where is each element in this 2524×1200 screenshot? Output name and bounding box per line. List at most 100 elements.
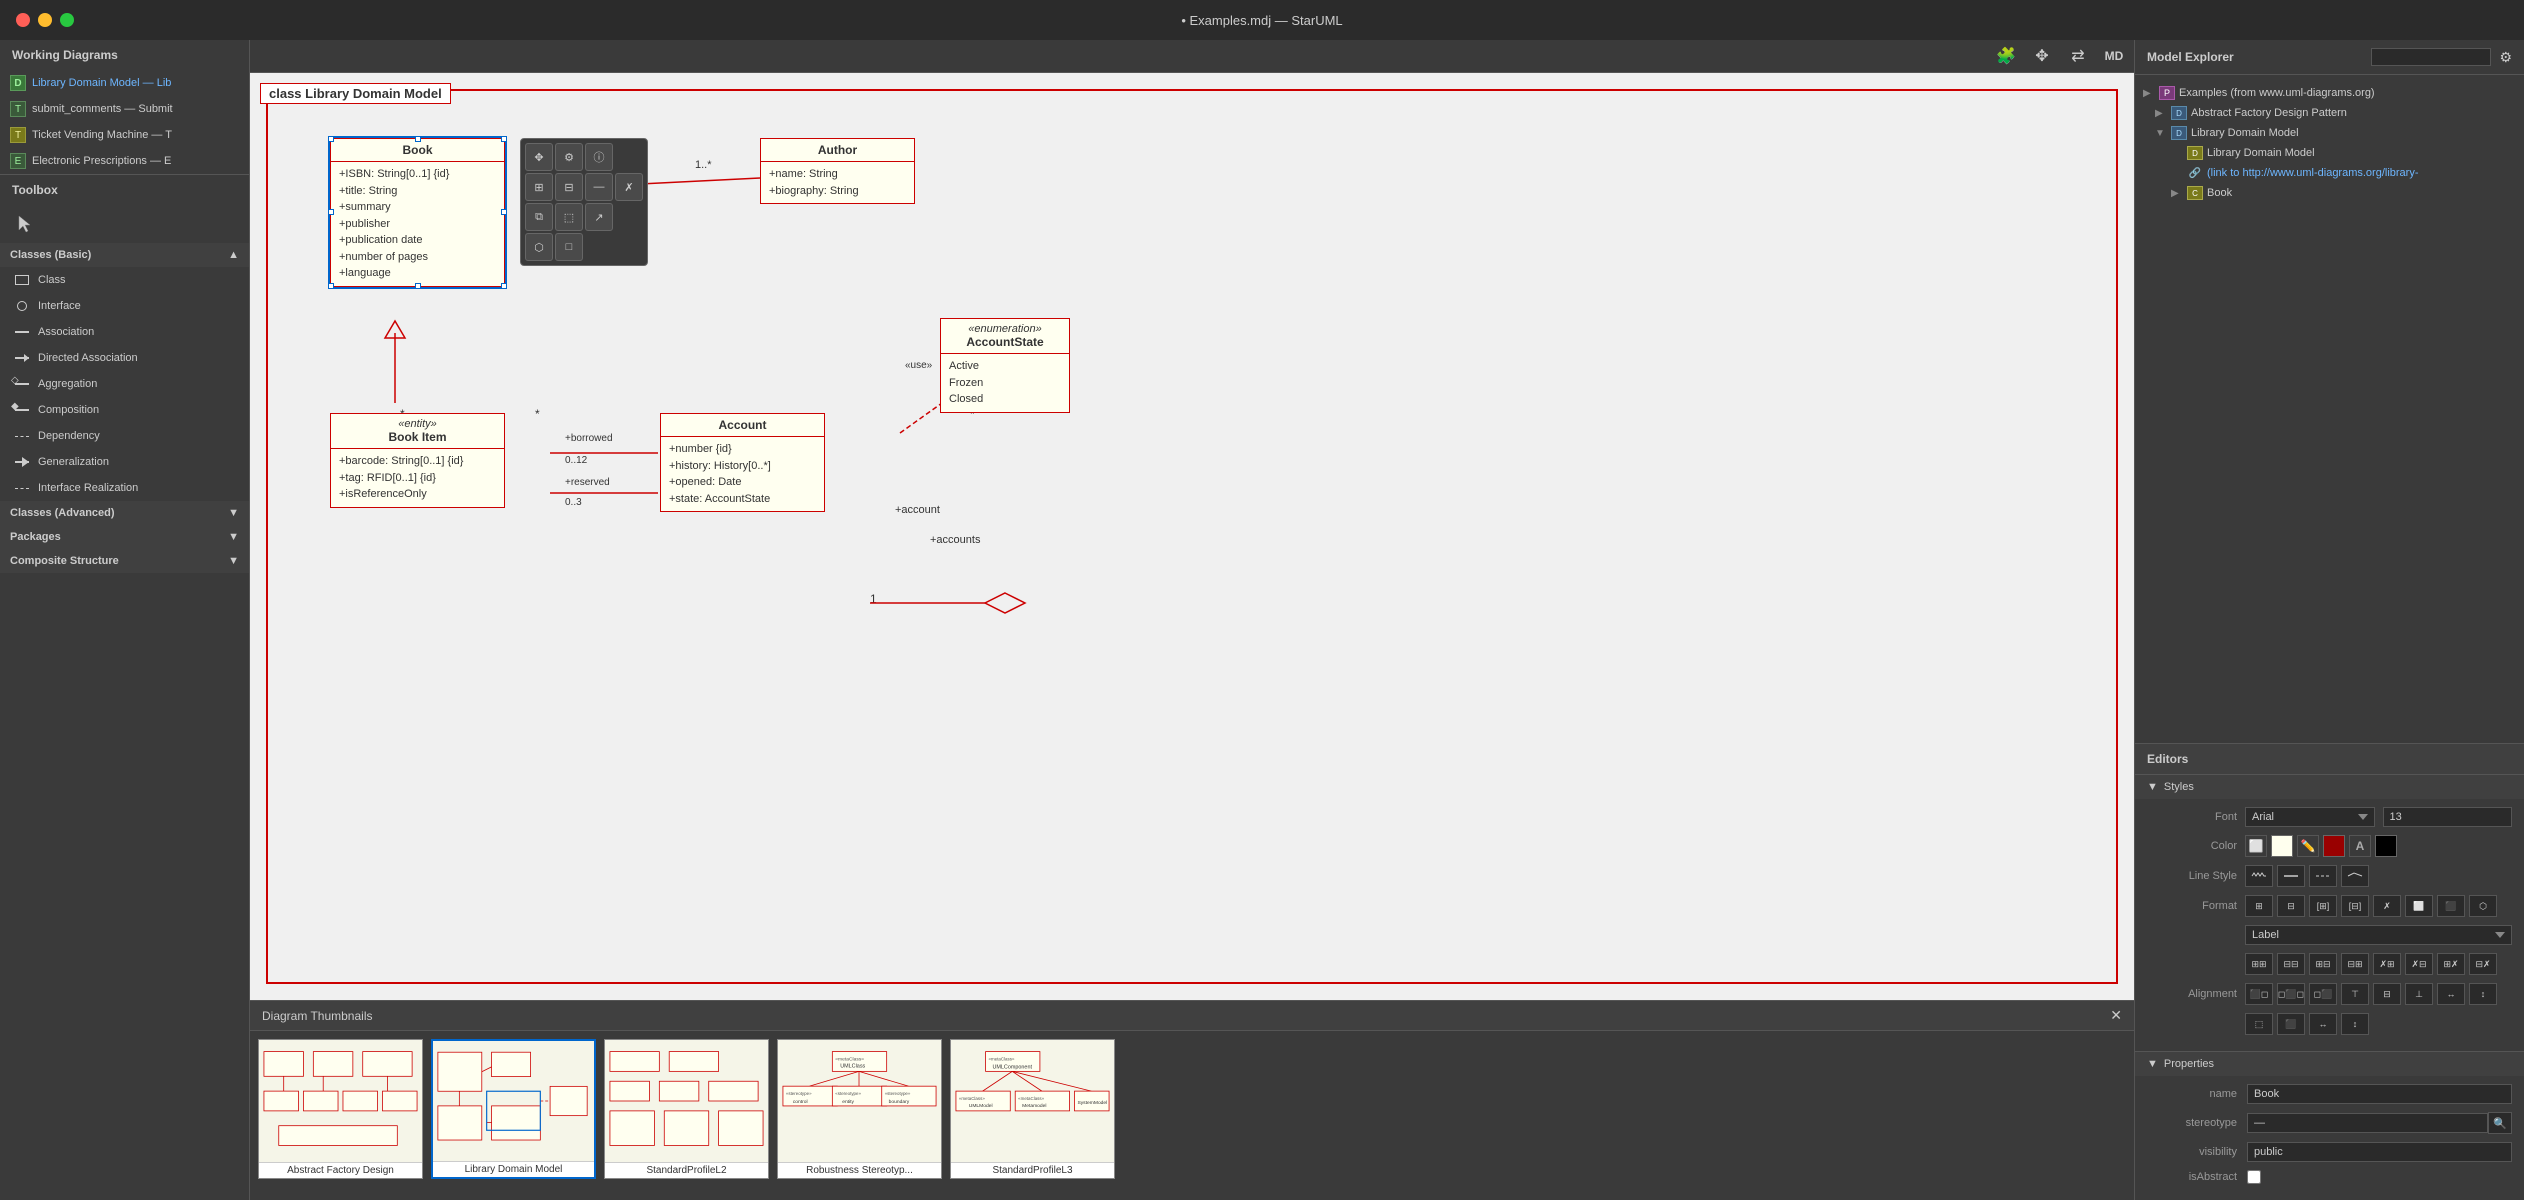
account-class[interactable]: Account +number {id} +history: History[0… xyxy=(660,413,825,512)
cursor-tool[interactable] xyxy=(10,209,40,239)
tree-item-examples[interactable]: ▶ P Examples (from www.uml-diagrams.org) xyxy=(2135,83,2524,103)
fmt-btn-5[interactable]: ✗ xyxy=(2373,895,2401,917)
thumb-library[interactable]: Library Domain Model xyxy=(431,1039,596,1179)
fmt-btn-14[interactable]: ✗⊟ xyxy=(2405,953,2433,975)
font-color-icon[interactable]: A xyxy=(2349,835,2371,857)
fmt-btn-16[interactable]: ⊟✗ xyxy=(2469,953,2497,975)
diagram-item-submit[interactable]: T submit_comments — Submit xyxy=(0,96,249,122)
puzzle-icon[interactable]: 🧩 xyxy=(1994,44,2018,68)
handle-tc[interactable] xyxy=(415,136,421,142)
handle-mr[interactable] xyxy=(501,209,507,215)
align-right[interactable]: ◻⬛ xyxy=(2309,983,2337,1005)
fmt-btn-9[interactable]: ⊞⊞ xyxy=(2245,953,2273,975)
tp-copy-btn[interactable]: ⧉ xyxy=(525,203,553,231)
fmt-btn-12[interactable]: ⊟⊞ xyxy=(2341,953,2369,975)
tp-cross-btn[interactable]: ✗ xyxy=(615,173,643,201)
tp-grid-btn[interactable]: ⊟ xyxy=(555,173,583,201)
tree-item-book[interactable]: ▶ C Book xyxy=(2135,183,2524,203)
pen-icon[interactable]: ✏️ xyxy=(2297,835,2319,857)
fill-color-swatch[interactable] xyxy=(2271,835,2293,857)
diagram-item-ticket[interactable]: T Ticket Vending Machine — T xyxy=(0,122,249,148)
handle-ml[interactable] xyxy=(328,209,334,215)
book-class[interactable]: Book +ISBN: String[0..1] {id} +title: St… xyxy=(330,138,505,287)
gear-icon[interactable]: ⚙ xyxy=(2499,49,2512,66)
handle-tl[interactable] xyxy=(328,136,334,142)
accountstate-enum[interactable]: «enumeration» AccountState Active Frozen… xyxy=(940,318,1070,413)
model-explorer-search[interactable] xyxy=(2371,48,2491,66)
fmt-btn-6[interactable]: ⬜ xyxy=(2405,895,2433,917)
toolbox-item-interface[interactable]: Interface xyxy=(0,293,249,319)
toolbox-item-aggregation[interactable]: Aggregation xyxy=(0,371,249,397)
tree-item-abstract-factory[interactable]: ▶ D Abstract Factory Design Pattern xyxy=(2135,103,2524,123)
styles-header[interactable]: ▼ Styles xyxy=(2135,775,2524,799)
dist-v[interactable]: ↕ xyxy=(2469,983,2497,1005)
is-abstract-checkbox[interactable] xyxy=(2247,1170,2261,1184)
color-format-btn[interactable]: ⬜ xyxy=(2245,835,2267,857)
tp-link-btn[interactable]: ⬡ xyxy=(525,233,553,261)
toolbox-section-classes-basic[interactable]: Classes (Basic) ▲ xyxy=(0,243,249,267)
tp-paste-btn[interactable]: ⬚ xyxy=(555,203,583,231)
thumb-robustness[interactable]: «metaClass» UMLClass «stereotype» contro… xyxy=(777,1039,942,1179)
fmt-btn-8[interactable]: ⬡ xyxy=(2469,895,2497,917)
toolbox-item-interface-realization[interactable]: Interface Realization xyxy=(0,475,249,501)
dist-h[interactable]: ↔ xyxy=(2437,983,2465,1005)
align-center[interactable]: ◻⬛◻ xyxy=(2277,983,2305,1005)
fmt-btn-15[interactable]: ⊞✗ xyxy=(2437,953,2465,975)
tp-arrow-btn[interactable]: ↗ xyxy=(585,203,613,231)
handle-bc[interactable] xyxy=(415,283,421,289)
font-color-swatch[interactable] xyxy=(2375,835,2397,857)
toolbox-item-generalization[interactable]: Generalization xyxy=(0,449,249,475)
align-btn-extra-1[interactable]: ⬚ xyxy=(2245,1013,2273,1035)
font-select[interactable]: Arial xyxy=(2245,807,2375,827)
align-left[interactable]: ⬛◻ xyxy=(2245,983,2273,1005)
line-color-swatch[interactable] xyxy=(2323,835,2345,857)
bookitem-class[interactable]: «entity» Book Item +barcode: String[0..1… xyxy=(330,413,505,508)
author-class[interactable]: Author +name: String +biography: String xyxy=(760,138,915,204)
fmt-btn-7[interactable]: ⬛ xyxy=(2437,895,2465,917)
close-button[interactable] xyxy=(16,13,30,27)
format-select[interactable]: Label xyxy=(2245,925,2512,945)
ls-btn-4[interactable] xyxy=(2341,865,2369,887)
fmt-btn-1[interactable]: ⊞ xyxy=(2245,895,2273,917)
diagram-item-electronic[interactable]: E Electronic Prescriptions — E xyxy=(0,148,249,174)
fmt-btn-3[interactable]: [⊞] xyxy=(2309,895,2337,917)
align-bottom[interactable]: ⊥ xyxy=(2405,983,2433,1005)
thumb-abstract-factory[interactable]: Abstract Factory Design xyxy=(258,1039,423,1179)
toolbox-item-composition[interactable]: Composition xyxy=(0,397,249,423)
toolbox-section-classes-advanced[interactable]: Classes (Advanced) ▼ xyxy=(0,501,249,525)
align-btn-extra-2[interactable]: ⬛ xyxy=(2277,1013,2305,1035)
md-icon[interactable]: MD xyxy=(2102,44,2126,68)
toolbox-item-association[interactable]: Association xyxy=(0,319,249,345)
align-middle[interactable]: ⊟ xyxy=(2373,983,2401,1005)
stereotype-search-btn[interactable]: 🔍 xyxy=(2488,1112,2512,1134)
diagram-canvas[interactable]: class Library Domain Model 1..* +borrowe… xyxy=(250,73,2134,1000)
name-field-input[interactable] xyxy=(2247,1084,2512,1104)
align-btn-extra-3[interactable]: ↔ xyxy=(2309,1013,2337,1035)
move-icon[interactable]: ✥ xyxy=(2030,44,2054,68)
handle-br[interactable] xyxy=(501,283,507,289)
handle-tr[interactable] xyxy=(501,136,507,142)
tp-cursor-btn[interactable]: ✥ xyxy=(525,143,553,171)
handle-bl[interactable] xyxy=(328,283,334,289)
align-btn-extra-4[interactable]: ↕ xyxy=(2341,1013,2369,1035)
font-size-input[interactable] xyxy=(2383,807,2513,827)
tree-item-library-folder[interactable]: ▼ D Library Domain Model xyxy=(2135,123,2524,143)
minimize-button[interactable] xyxy=(38,13,52,27)
fmt-btn-4[interactable]: [⊟] xyxy=(2341,895,2369,917)
visibility-select[interactable]: public protected private xyxy=(2247,1142,2512,1162)
ls-btn-3[interactable] xyxy=(2309,865,2337,887)
ls-btn-1[interactable] xyxy=(2245,865,2273,887)
thumb-standardprofile-l2[interactable]: StandardProfileL2 xyxy=(604,1039,769,1179)
toolbox-section-packages[interactable]: Packages ▼ xyxy=(0,525,249,549)
thumb-standardprofile-l3[interactable]: «metaClass» UMLComponent «metaClass» UML… xyxy=(950,1039,1115,1179)
tree-item-link[interactable]: 🔗 (link to http://www.uml-diagrams.org/l… xyxy=(2135,163,2524,183)
thumbnails-close-btn[interactable]: ✕ xyxy=(2110,1007,2122,1024)
maximize-button[interactable] xyxy=(60,13,74,27)
toolbox-item-dependency[interactable]: Dependency xyxy=(0,423,249,449)
tp-settings-btn[interactable]: ⚙ xyxy=(555,143,583,171)
toolbox-item-class[interactable]: Class xyxy=(0,267,249,293)
toolbox-item-directed-association[interactable]: Directed Association xyxy=(0,345,249,371)
ls-btn-2[interactable] xyxy=(2277,865,2305,887)
align-top[interactable]: ⊤ xyxy=(2341,983,2369,1005)
tree-item-library-diagram[interactable]: D Library Domain Model xyxy=(2135,143,2524,163)
